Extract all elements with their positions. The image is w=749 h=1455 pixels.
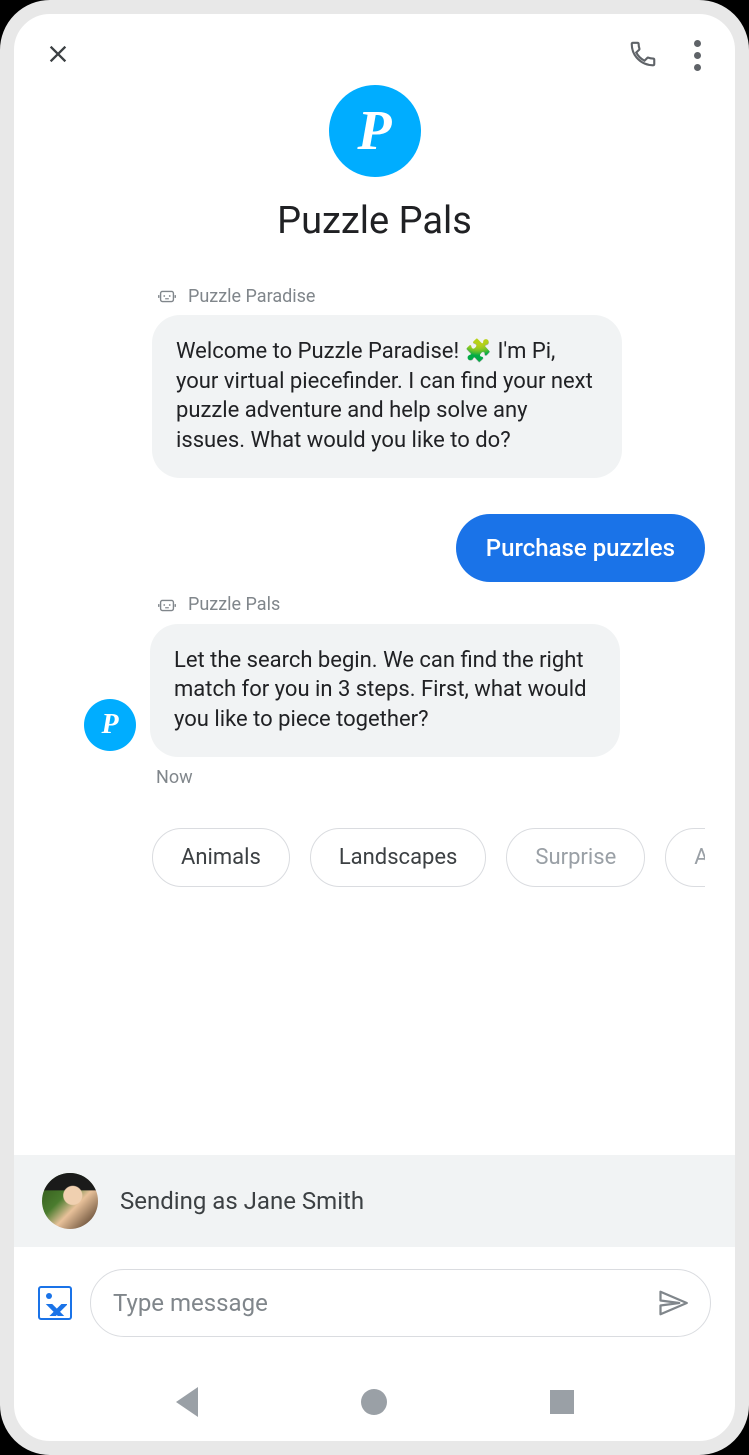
- call-button[interactable]: [628, 39, 658, 73]
- compose-bar: Type message: [14, 1247, 735, 1359]
- send-icon[interactable]: [658, 1288, 688, 1318]
- outgoing-message: Purchase puzzles: [456, 514, 705, 582]
- close-button[interactable]: [44, 40, 72, 72]
- chat-header: P Puzzle Pals: [14, 85, 735, 273]
- business-avatar-small[interactable]: P: [84, 699, 136, 751]
- outgoing-row: Purchase puzzles: [44, 514, 705, 582]
- input-placeholder: Type message: [113, 1289, 268, 1317]
- sending-as-bar: Sending as Jane Smith: [14, 1155, 735, 1247]
- dot-icon: [694, 52, 701, 59]
- chip-landscapes[interactable]: Landscapes: [310, 828, 487, 887]
- message-timestamp: Now: [156, 767, 705, 788]
- business-avatar[interactable]: P: [329, 85, 421, 177]
- dot-icon: [694, 40, 701, 47]
- suggestion-chips: Animals Landscapes Surprise A: [152, 828, 705, 887]
- more-menu-button[interactable]: [690, 36, 705, 75]
- phone-icon: [628, 39, 658, 69]
- nav-recent-button[interactable]: [550, 1390, 574, 1414]
- user-avatar[interactable]: [42, 1173, 98, 1229]
- sender-name: Puzzle Pals: [188, 594, 280, 615]
- bot-icon: [156, 285, 178, 307]
- dot-icon: [694, 64, 701, 71]
- phone-frame: P Puzzle Pals Puzzle Paradise Welcome to…: [0, 0, 749, 1455]
- bot-icon: [156, 594, 178, 616]
- sender-label-row: Puzzle Pals: [156, 594, 705, 616]
- chat-area: Puzzle Paradise Welcome to Puzzle Paradi…: [14, 273, 735, 1065]
- header: [14, 14, 735, 85]
- incoming-message: Let the search begin. We can find the ri…: [150, 624, 620, 757]
- chip-more[interactable]: A: [665, 828, 705, 887]
- header-actions: [628, 36, 705, 75]
- nav-home-button[interactable]: [361, 1389, 387, 1415]
- chip-animals[interactable]: Animals: [152, 828, 290, 887]
- incoming-message: Welcome to Puzzle Paradise! 🧩 I'm Pi, yo…: [152, 315, 622, 478]
- nav-back-button[interactable]: [176, 1387, 198, 1417]
- attach-image-button[interactable]: [38, 1286, 72, 1320]
- message-row: P Let the search begin. We can find the …: [44, 624, 705, 757]
- system-nav-bar: [14, 1359, 735, 1441]
- close-icon: [44, 40, 72, 68]
- chat-title: Puzzle Pals: [14, 199, 735, 243]
- chip-surprise[interactable]: Surprise: [506, 828, 645, 887]
- message-input[interactable]: Type message: [90, 1269, 711, 1337]
- sender-name: Puzzle Paradise: [188, 286, 315, 307]
- sender-label-row: Puzzle Paradise: [156, 285, 705, 307]
- sending-as-text: Sending as Jane Smith: [120, 1187, 364, 1215]
